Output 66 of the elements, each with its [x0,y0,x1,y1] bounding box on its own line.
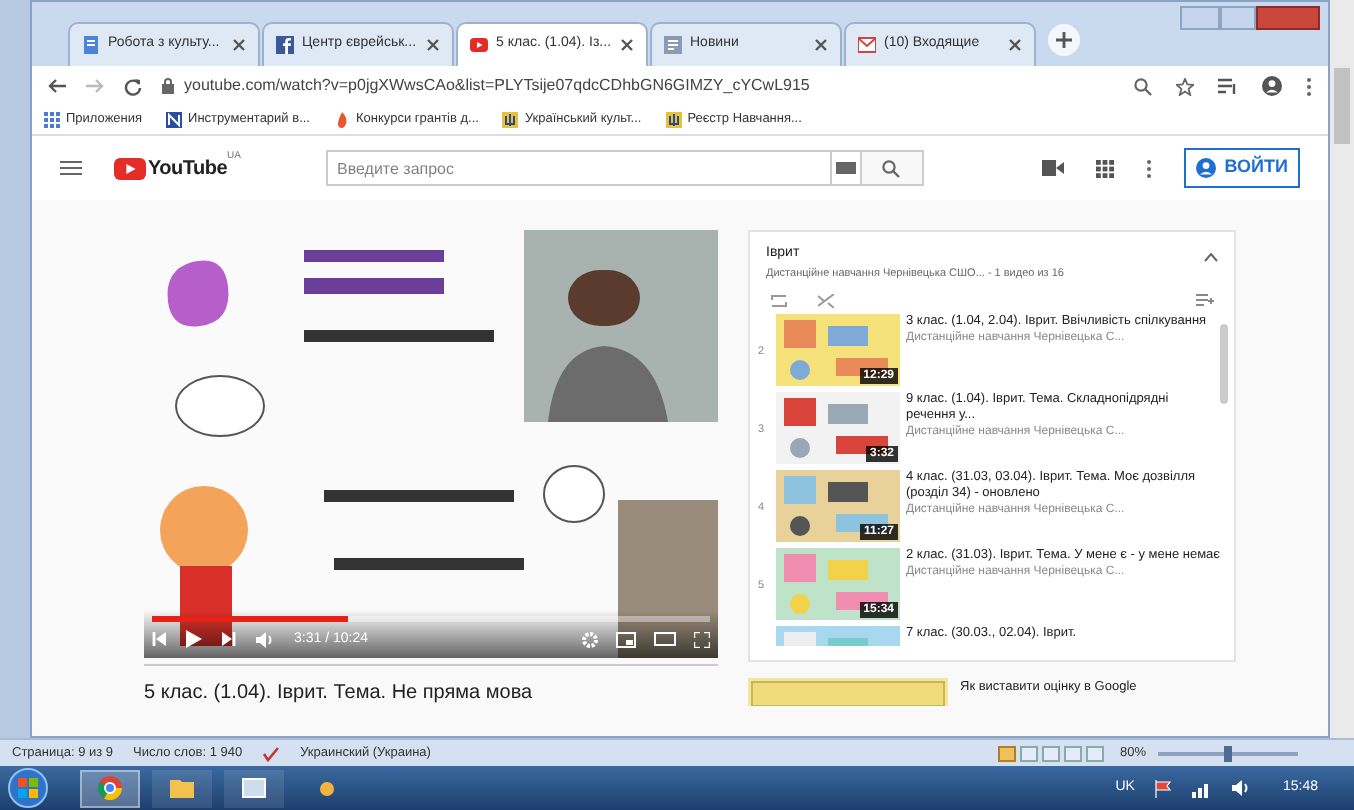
play-icon[interactable] [186,630,202,649]
sign-in-button[interactable]: ВОЙТИ [1184,148,1300,188]
miniplayer-icon[interactable] [616,631,636,648]
add-to-queue-icon[interactable] [1196,294,1214,307]
search-icon [882,159,900,177]
previous-icon[interactable] [152,632,166,647]
network-icon[interactable] [1192,779,1213,797]
close-icon [620,38,634,52]
taskbar-button[interactable] [224,769,284,807]
browser-icon [98,776,122,800]
account-icon[interactable] [1262,76,1282,96]
shuffle-icon[interactable] [818,293,834,308]
scrollbar-thumb[interactable] [1334,68,1350,144]
reload-icon[interactable] [124,77,142,95]
progress-track[interactable] [152,615,710,621]
lock-icon[interactable] [162,78,174,94]
emblem-icon [665,112,682,128]
fullscreen-icon[interactable] [694,631,710,648]
settings-icon[interactable] [582,631,598,648]
back-icon[interactable] [48,78,66,94]
flag-icon[interactable] [1154,779,1173,797]
close-icon [814,38,828,52]
sun-icon [315,777,337,799]
video-title: 5 клас. (1.04). Іврит. Тема. Не пряма мова [144,680,535,708]
print-layout-icon[interactable] [997,745,1016,761]
search-button[interactable] [859,150,923,186]
news-icon [664,36,682,54]
plus-icon [1056,32,1072,48]
star-icon[interactable] [1176,77,1194,95]
close-icon [1008,38,1022,52]
document-icon [82,36,100,54]
square-icon [166,112,183,128]
playlist-icon[interactable] [1218,78,1238,94]
taskbar-button[interactable] [80,769,140,807]
window-icon [242,778,266,798]
new-tab-button[interactable] [1048,24,1080,56]
volume-icon[interactable] [256,631,274,648]
flame-icon [334,112,350,128]
search-field[interactable]: Введите запрос [325,150,831,186]
keyboard-icon[interactable] [835,162,855,174]
close-icon [232,38,246,52]
folder-icon [170,778,194,798]
spelling-icon[interactable] [262,745,281,761]
mail-icon [858,36,876,54]
account-icon [1196,158,1217,178]
next-icon[interactable] [222,632,236,647]
close-icon [426,38,440,52]
more-icon[interactable] [1306,77,1312,95]
more-icon[interactable] [1146,159,1153,177]
start-button[interactable] [8,768,48,808]
speaker-icon[interactable] [1232,780,1251,796]
collapse-icon[interactable] [1204,252,1218,262]
facebook-icon [276,36,294,54]
window-controls[interactable] [1180,6,1320,30]
taskbar-button[interactable] [152,769,212,807]
emblem-icon [502,112,519,128]
apps-icon [44,112,60,128]
camera-icon[interactable] [1042,160,1065,176]
menu-icon[interactable] [60,160,82,176]
apps-icon[interactable] [1096,159,1115,177]
zoom-icon[interactable] [1134,77,1152,95]
theater-icon[interactable] [654,632,676,647]
scrollbar-thumb[interactable] [1220,323,1228,404]
zoom-slider-thumb[interactable] [1224,745,1232,761]
video-icon [470,36,488,54]
loop-icon[interactable] [770,293,788,308]
